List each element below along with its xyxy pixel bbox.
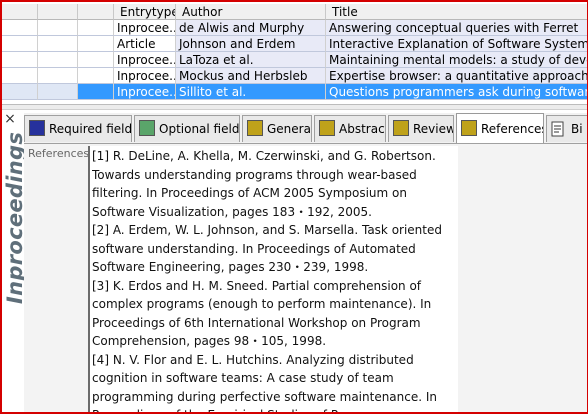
row-title: Interactive Explanation of Software Syst… [326,36,587,52]
table-row[interactable]: Inprocee... Mockus and Herbsleb Expertis… [2,68,587,84]
reference-line: [4] N. V. Flor and E. L. Hutchins. Analy… [92,352,414,367]
reference-line: [1] R. DeLine, A. Khella, M. Czerwinski,… [92,149,436,163]
field-gutter [88,146,90,412]
row-check-cell[interactable] [2,84,38,100]
row-author: Sillito et al. [176,84,326,100]
row-check-cell[interactable] [2,68,38,84]
header-entrytype[interactable]: Entrytype [114,4,176,20]
row-author: de Alwis and Murphy [176,20,326,36]
row-entrytype: Inprocee... [114,68,176,84]
header-author[interactable]: Author [176,4,326,20]
panel-empty-area [458,146,587,412]
header-check-column[interactable] [2,4,38,20]
table-row-selected[interactable]: Inprocee... Sillito et al. Questions pro… [2,84,587,100]
header-title[interactable]: Title [326,4,587,20]
row-number-cell [38,36,78,52]
row-entrytype: Inprocee... [114,52,176,68]
row-icon-cell[interactable] [78,36,114,52]
table-header-row: Entrytype Author Title [2,4,587,20]
reference-line: Proceedings of the Empirical Studies of … [92,406,456,412]
close-editor-icon[interactable]: × [3,112,17,126]
field-label-references: References [28,147,90,160]
row-author: Mockus and Herbsleb [176,68,326,84]
references-text[interactable]: [1] R. DeLine, A. Khella, M. Czerwinski,… [92,147,456,412]
row-title: Answering conceptual queries with Ferret [326,20,587,36]
tab-review[interactable]: Review [388,115,454,142]
row-title: Questions programmers ask during softwar… [326,84,587,100]
square-icon-blue [29,120,45,136]
row-entrytype: Inprocee... [114,20,176,36]
row-entrytype: Article [114,36,176,52]
row-icon-cell[interactable] [78,84,114,100]
tab-abstract[interactable]: Abstract [314,115,386,142]
square-icon-olive [247,120,263,136]
tab-references[interactable]: References [456,113,544,143]
row-number-cell [38,68,78,84]
row-icon-cell[interactable] [78,68,114,84]
reference-line: Comprehension, pages 98・105, 1998. [92,334,327,348]
entry-type-vertical-title: Inproceedings [2,132,27,410]
square-icon-olive [319,120,335,136]
pane-splitter[interactable] [2,104,587,110]
tab-optional-fields[interactable]: Optional fields [134,115,240,142]
reference-line: Software Visualization, pages 183・192, 2… [92,204,372,219]
square-icon-olive [393,120,409,136]
row-author: LaToza et al. [176,52,326,68]
reference-line: complex programs (enough to perform main… [92,297,432,311]
tab-bibtex-source[interactable]: Bi [546,115,587,142]
reference-line: [2] A. Erdem, W. L. Johnson, and S. Mars… [92,223,442,237]
reference-line: [3] K. Erdos and H. M. Sneed. Partial co… [92,278,422,293]
row-check-cell[interactable] [2,36,38,52]
row-title: Maintaining mental models: a study of de… [326,52,587,68]
references-textarea[interactable]: [1] R. DeLine, A. Khella, M. Czerwinski,… [88,146,458,412]
reference-line: programming during perfective software m… [92,389,438,404]
reference-line: Towards understanding programs through w… [92,167,417,182]
row-number-cell [38,52,78,68]
row-icon-cell[interactable] [78,20,114,36]
header-icon-column[interactable] [78,4,114,20]
row-title: Expertise browser: a quantitative approa… [326,68,587,84]
entry-table: Entrytype Author Title Inprocee... de Al… [2,4,587,104]
row-check-cell[interactable] [2,52,38,68]
reference-line: Software Engineering, pages 230・239, 199… [92,260,369,274]
row-check-cell[interactable] [2,20,38,36]
tab-required-fields[interactable]: Required fields [24,115,132,142]
references-panel: References [1] R. DeLine, A. Khella, M. … [24,143,587,412]
table-row[interactable]: Article Johnson and Erdem Interactive Ex… [2,36,587,52]
row-entrytype: Inprocee... [114,84,176,100]
window-frame: Entrytype Author Title Inprocee... de Al… [0,0,588,414]
square-icon-green [139,120,155,136]
reference-line: software understanding. In Proceedings o… [92,241,416,256]
row-author: Johnson and Erdem [176,36,326,52]
reference-line: filtering. In Proceedings of ACM 2005 Sy… [92,186,407,200]
reference-line: Proceedings of 6th International Worksho… [92,315,421,330]
square-icon-olive [461,120,477,136]
editor-tab-bar: Required fields Optional fields General … [24,113,587,143]
header-number-column[interactable] [38,4,78,20]
row-icon-cell[interactable] [78,52,114,68]
table-row[interactable]: Inprocee... LaToza et al. Maintaining me… [2,52,587,68]
tab-general[interactable]: General [242,115,312,142]
row-number-cell [38,84,78,100]
table-row[interactable]: Inprocee... de Alwis and Murphy Answerin… [2,20,587,36]
bibtex-source-icon [551,121,565,137]
row-number-cell [38,20,78,36]
reference-line: cognition in software teams: A case stud… [92,371,394,385]
